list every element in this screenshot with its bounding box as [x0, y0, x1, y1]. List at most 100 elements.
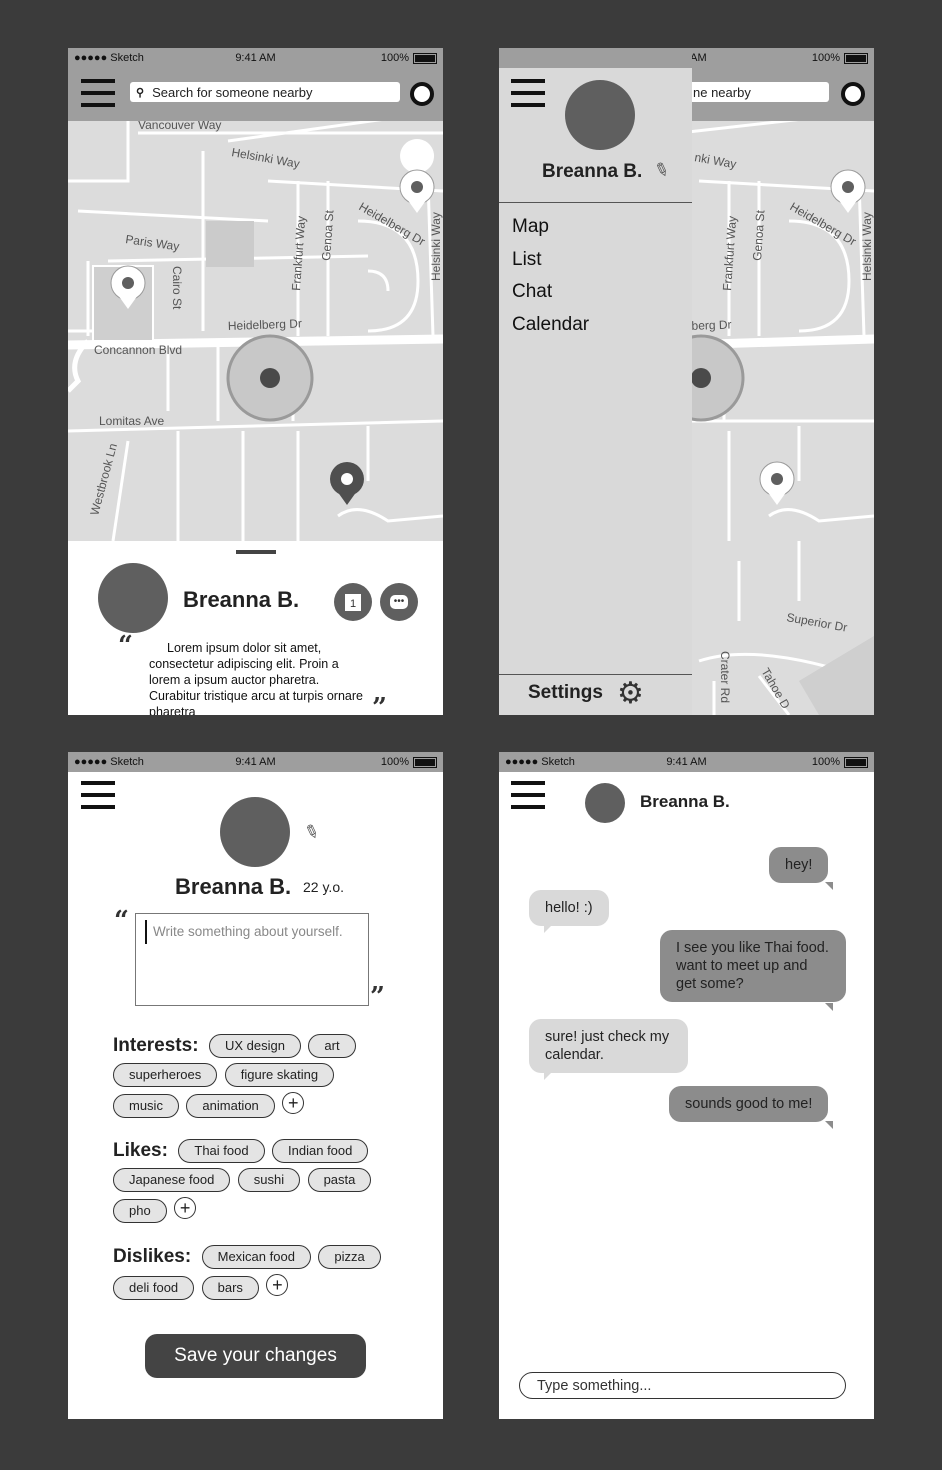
dislikes-label: Dislikes: — [113, 1245, 192, 1267]
interest-chip[interactable]: music — [113, 1093, 179, 1118]
sent-message: I see you like Thai food. want to meet u… — [660, 930, 846, 1002]
chat-screen: ●●●●● Sketch 9:41 AM 100% Breanna B. hey… — [499, 752, 874, 1419]
battery: 100% — [381, 756, 437, 768]
location-target-icon[interactable] — [410, 82, 434, 106]
avatar[interactable] — [585, 783, 625, 823]
dislike-chip[interactable]: deli food — [113, 1275, 195, 1300]
like-chip[interactable]: Thai food — [178, 1139, 265, 1163]
add-dislike-icon[interactable]: + — [266, 1274, 289, 1296]
save-changes-button[interactable]: Save your changes — [145, 1334, 366, 1378]
search-input[interactable]: ne nearby — [679, 82, 829, 102]
like-chip[interactable]: Indian food — [272, 1139, 369, 1163]
message-placeholder: Type something... — [537, 1377, 652, 1394]
dislikes-section: Dislikes: Mexican food pizza deli food b… — [113, 1245, 413, 1305]
received-message: sure! just check my calendar. — [529, 1019, 688, 1073]
dislike-chip[interactable]: bars — [201, 1275, 259, 1300]
drawer-user-name: Breanna B. — [542, 161, 643, 182]
open-quote-icon: “ — [114, 906, 129, 936]
hamburger-menu-icon[interactable] — [81, 781, 115, 809]
gear-icon[interactable]: ⚙ — [617, 676, 644, 711]
street-label: Paris Way — [125, 232, 181, 253]
top-bar: ⚲ Search for someone nearby — [68, 68, 443, 121]
add-like-icon[interactable]: + — [174, 1197, 197, 1219]
menu-item-chat[interactable]: Chat — [512, 281, 552, 303]
interest-chip[interactable]: art — [308, 1034, 356, 1058]
like-chip[interactable]: sushi — [237, 1168, 301, 1192]
street-label: Heidelberg Dr — [228, 316, 302, 333]
edit-pencil-icon[interactable]: ✎ — [651, 158, 672, 183]
profile-name: Breanna B. — [175, 874, 292, 899]
drawer-status-strip — [499, 48, 692, 68]
map-view[interactable]: Vancouver Way Helsinki Way Paris Way Cai… — [68, 109, 443, 542]
drag-handle[interactable] — [236, 550, 276, 554]
profile-bio: Lorem ipsum dolor sit amet, consectetur … — [149, 641, 363, 715]
battery-icon — [844, 52, 868, 64]
avatar[interactable] — [565, 80, 635, 150]
battery: 100% — [381, 52, 437, 64]
street-label: Helsinki Way — [230, 145, 300, 171]
bubble-tail — [825, 1003, 833, 1011]
selected-map-pin-icon[interactable] — [330, 462, 364, 505]
chat-contact-name: Breanna B. — [640, 792, 730, 811]
close-quote-icon: ” — [372, 693, 387, 715]
interest-chip[interactable]: superheroes — [113, 1063, 218, 1087]
interest-chip[interactable]: animation — [186, 1093, 275, 1118]
bubble-tail — [825, 1121, 833, 1129]
calendar-icon[interactable]: 1 — [334, 583, 372, 621]
drawer-screen: ●●●●● Sketch 9:41 AM 100% ne nearby — [499, 48, 874, 715]
dislike-chip[interactable]: pizza — [318, 1245, 381, 1269]
hamburger-menu-icon[interactable] — [511, 781, 545, 809]
street-label: Westbrook Ln — [87, 442, 120, 517]
street-label: Helsinki Way — [429, 212, 443, 281]
avatar[interactable] — [98, 563, 168, 633]
menu-item-map[interactable]: Map — [512, 216, 549, 238]
location-target-icon[interactable] — [841, 82, 865, 106]
hamburger-menu-icon[interactable] — [511, 79, 545, 107]
profile-age: 22 y.o. — [303, 879, 344, 895]
interest-chip[interactable]: figure skating — [224, 1063, 335, 1087]
status-bar: ●●●●● Sketch 9:41 AM 100% — [499, 752, 874, 772]
battery-icon — [844, 756, 868, 768]
interest-chip[interactable]: UX design — [208, 1034, 301, 1058]
search-input[interactable]: ⚲ Search for someone nearby — [130, 82, 400, 102]
street-label: Lomitas Ave — [99, 414, 164, 428]
street-label: Crater Rd — [718, 651, 732, 703]
divider — [499, 202, 692, 203]
profile-name: Breanna B. — [183, 587, 300, 612]
likes-label: Likes: — [113, 1139, 168, 1161]
side-drawer: Breanna B. ✎ Map List Chat Calendar Sett… — [499, 48, 692, 715]
bio-placeholder: Write something about yourself. — [153, 924, 343, 939]
chat-icon[interactable]: ••• — [380, 583, 418, 621]
like-chip[interactable]: pho — [113, 1198, 167, 1223]
interests-section: Interests: UX design art superheroes fig… — [113, 1034, 413, 1123]
bubble-tail — [544, 1072, 552, 1080]
likes-section: Likes: Thai food Indian food Japanese fo… — [113, 1139, 413, 1228]
map-screen: ●●●●● Sketch 9:41 AM 100% ⚲ Search for s… — [68, 48, 443, 715]
hamburger-menu-icon[interactable] — [81, 79, 115, 107]
bio-textarea[interactable]: Write something about yourself. — [135, 913, 369, 1006]
map-streets: Vancouver Way Helsinki Way Paris Way Cai… — [68, 109, 443, 542]
bubble-tail — [544, 925, 552, 933]
like-chip[interactable]: pasta — [307, 1168, 372, 1192]
open-quote-icon: “ — [118, 631, 133, 661]
close-quote-icon: ” — [370, 982, 385, 1012]
profile-preview-sheet[interactable]: Breanna B. 1 ••• “ Lorem ipsum dolor sit… — [68, 541, 443, 715]
dislike-chip[interactable]: Mexican food — [201, 1245, 311, 1269]
battery-icon — [413, 52, 437, 64]
received-message: hello! :) — [529, 890, 609, 926]
menu-item-calendar[interactable]: Calendar — [512, 314, 589, 336]
menu-item-list[interactable]: List — [512, 249, 542, 271]
avatar[interactable] — [220, 797, 290, 867]
text-cursor — [145, 920, 147, 944]
like-chip[interactable]: Japanese food — [113, 1168, 231, 1192]
my-location-dot — [691, 368, 711, 388]
settings-label[interactable]: Settings — [528, 682, 603, 704]
search-icon: ⚲ — [136, 86, 145, 99]
message-input[interactable]: Type something... — [519, 1372, 846, 1399]
calendar-day: 1 — [345, 593, 361, 611]
add-interest-icon[interactable]: + — [282, 1092, 305, 1114]
battery: 100% — [812, 52, 868, 64]
search-placeholder: Search for someone nearby — [152, 84, 313, 100]
edit-pencil-icon[interactable]: ✎ — [301, 820, 322, 845]
battery-icon — [413, 756, 437, 768]
